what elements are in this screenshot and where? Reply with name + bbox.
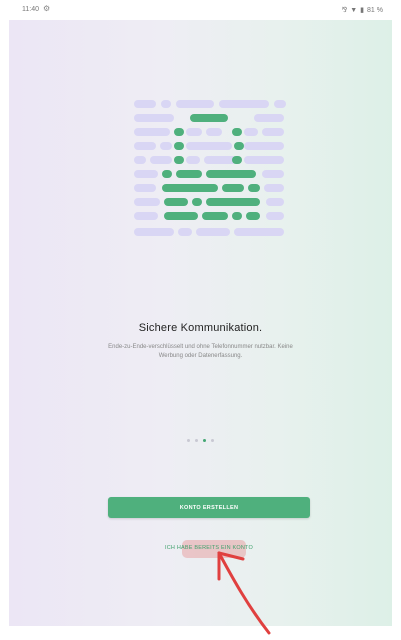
signal-icon: ⅋ [341, 7, 348, 14]
onboarding-screen: Sichere Kommunikation. Ende-zu-Ende-vers… [9, 20, 392, 635]
battery-icon: ▮ [360, 7, 365, 14]
create-account-button[interactable]: KONTO ERSTELLEN [108, 497, 310, 518]
padlock-illustration [134, 100, 286, 236]
onboarding-title: Sichere Kommunikation. [138, 322, 263, 334]
onboarding-description: Ende-zu-Ende-verschlüsselt und ohne Tele… [108, 344, 293, 359]
page-dot [211, 439, 214, 442]
gear-icon: ⚙ [43, 4, 51, 13]
status-bar: 11:40 ⚙ ⅋ ▼ ▮ 81 % [0, 0, 401, 20]
status-time: 11:40 [22, 6, 39, 13]
wifi-icon: ▼ [350, 6, 358, 14]
battery-level: 81 % [367, 6, 383, 14]
status-icons: ⅋ ▼ ▮ 81 % [341, 6, 383, 15]
page-dot-active [203, 439, 206, 442]
page-indicator [9, 439, 392, 442]
page-dot [187, 439, 190, 442]
page-dot [195, 439, 198, 442]
